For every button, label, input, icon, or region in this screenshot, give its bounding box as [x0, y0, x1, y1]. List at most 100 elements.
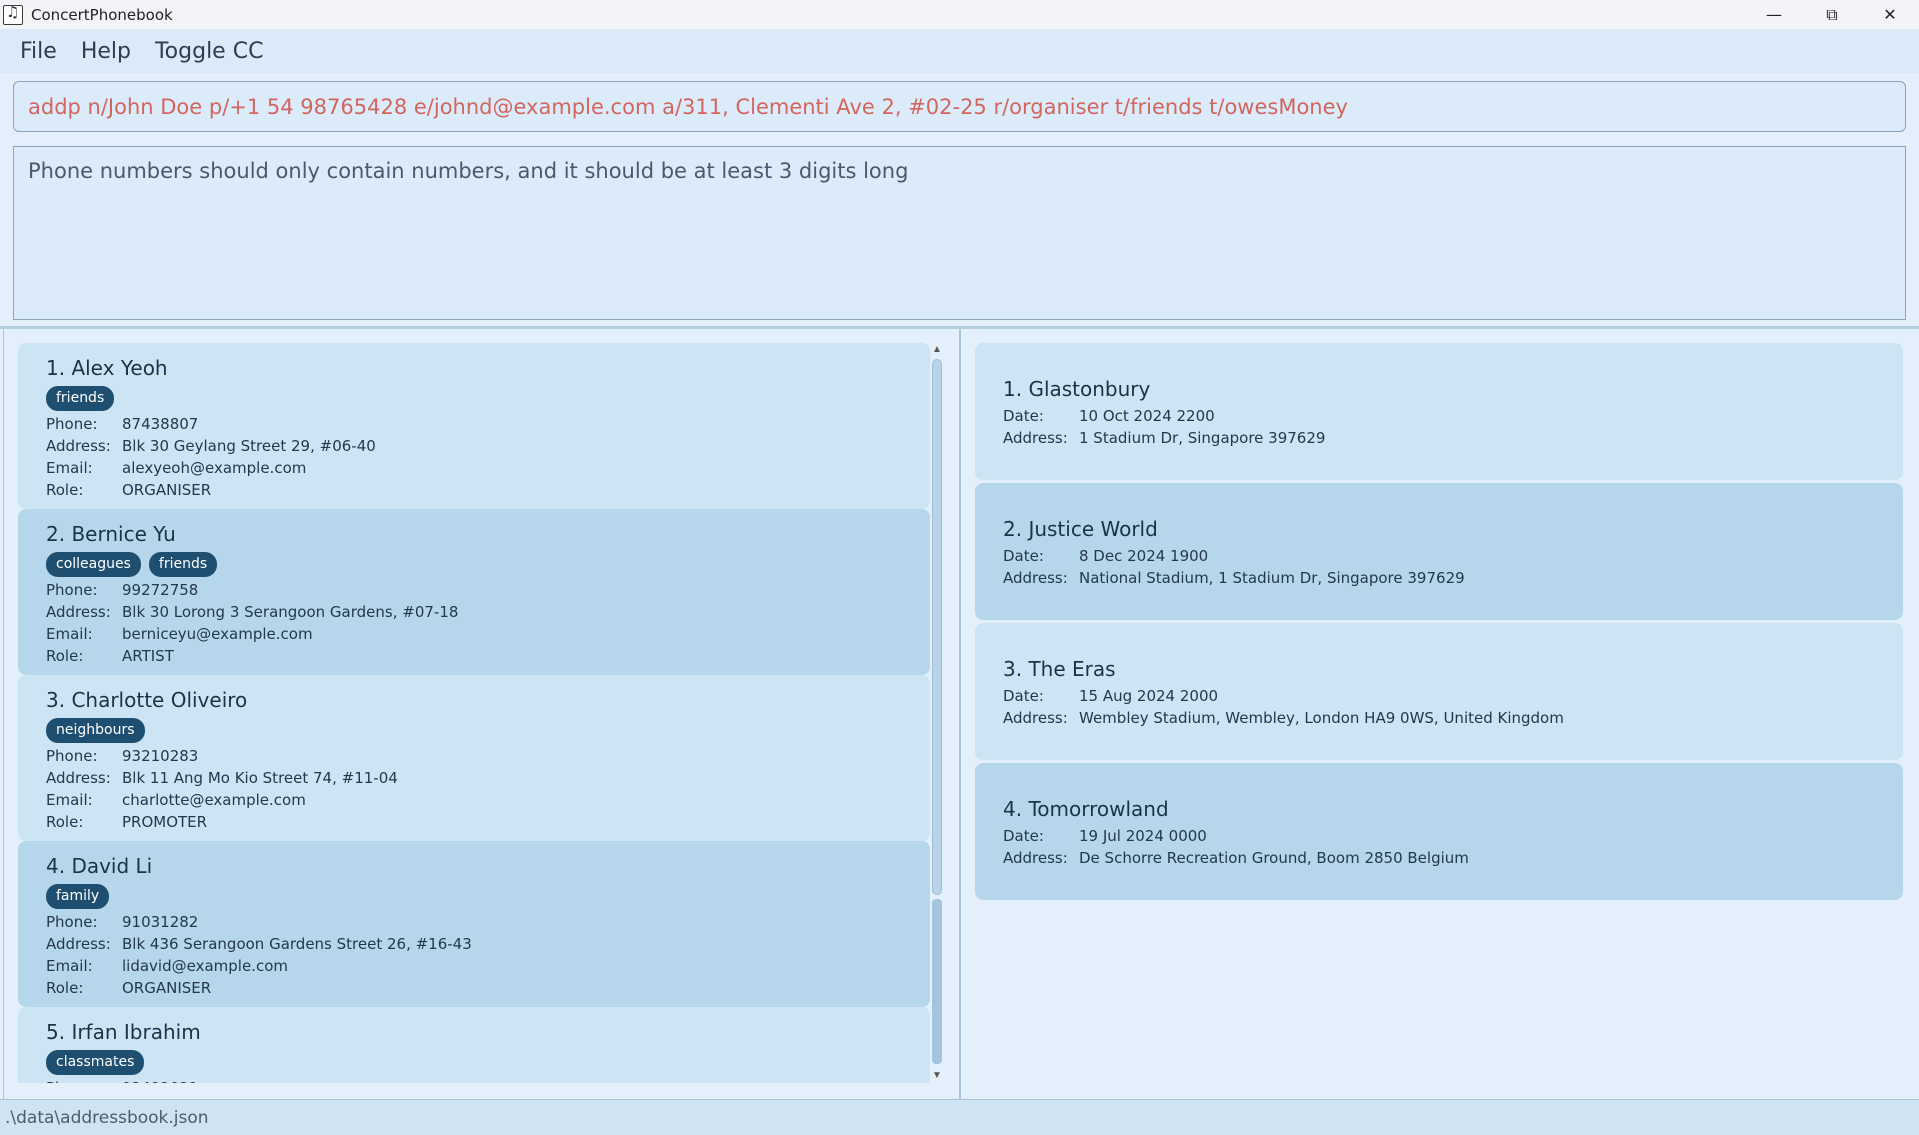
address-label: Address: [1003, 429, 1068, 447]
concert-card[interactable]: 4. Tomorrowland Date: 19 Jul 2024 0000 Addr… [975, 763, 1903, 900]
person-email-row: Email: lidavid@example.com [46, 955, 902, 977]
concert-date: 8 Dec 2024 1900 [1079, 547, 1209, 565]
role-label: Role: [46, 647, 84, 665]
tag-badge: classmates [46, 1050, 145, 1075]
window-controls: — ⧉ ✕ [1745, 0, 1919, 29]
person-phone-row: Phone:92492021 [46, 1077, 902, 1083]
concert-card[interactable]: 2. Justice World Date: 8 Dec 2024 1900 Addr… [975, 483, 1903, 620]
concert-address: 1 Stadium Dr, Singapore 397629 [1079, 429, 1326, 447]
person-address-row: Address: Blk 30 Lorong 3 Serangoon Garden… [46, 601, 902, 623]
person-address-row: Address: Blk 436 Serangoon Gardens Street… [46, 933, 902, 955]
tag-badge: friends [46, 386, 115, 411]
tag-badge: friends [148, 552, 218, 577]
concert-address: Wembley Stadium, Wembley, London HA9 0WS… [1079, 709, 1564, 727]
scroll-down-arrow-icon[interactable]: ▼ [930, 1069, 944, 1083]
tag-badge: family [46, 884, 110, 909]
tag-list: neighbours [46, 718, 902, 745]
person-phone: 87438807 [122, 415, 199, 433]
maximize-button[interactable]: ⧉ [1803, 0, 1861, 29]
person-list: 1. Alex Yeoh friends Phone: 87438807 Address… [18, 343, 930, 1083]
date-label: Date: [1003, 827, 1044, 845]
command-input[interactable] [28, 94, 1905, 119]
person-role: ARTIST [122, 647, 174, 665]
person-list-panel: 1. Alex Yeoh friends Phone: 87438807 Address… [3, 329, 961, 1099]
person-card[interactable]: 1. Alex Yeoh friends Phone: 87438807 Address… [18, 343, 930, 509]
email-label: Email: [46, 791, 93, 809]
concert-date-row: Date: 10 Oct 2024 2200 [1003, 405, 1875, 427]
tag-badge: colleagues [46, 552, 141, 577]
scroll-thumb[interactable] [932, 359, 942, 895]
concert-list: 1. Glastonbury Date: 10 Oct 2024 2200 Addre… [975, 343, 1903, 903]
person-name: 1. Alex Yeoh [46, 356, 168, 380]
person-role-row: Role: ORGANISER [46, 977, 902, 999]
person-role-row: Role: ORGANISER [46, 479, 902, 501]
person-list-scrollbar[interactable]: ▲ ▼ [930, 343, 944, 1083]
person-role: ORGANISER [122, 979, 212, 997]
title-bar: ConcertPhonebook — ⧉ ✕ [0, 0, 1919, 29]
person-card[interactable]: 5. Irfan Ibrahim classmates Phone:92492021… [18, 1007, 930, 1083]
concert-date: 15 Aug 2024 2000 [1079, 687, 1219, 705]
concert-name: 1. Glastonbury [1003, 377, 1151, 401]
person-email: alexyeoh@example.com [122, 459, 307, 477]
concert-date-row: Date: 19 Jul 2024 0000 [1003, 825, 1875, 847]
concert-date: 10 Oct 2024 2200 [1079, 407, 1215, 425]
address-label: Address: [46, 437, 111, 455]
concert-address-row: Address: De Schorre Recreation Ground, Bo… [1003, 847, 1875, 869]
concert-date-row: Date: 15 Aug 2024 2000 [1003, 685, 1875, 707]
person-address: Blk 30 Geylang Street 29, #06-40 [122, 437, 376, 455]
menu-file[interactable]: File [20, 39, 57, 64]
phone-label: Phone: [46, 415, 98, 433]
email-label: Email: [46, 625, 93, 643]
person-phone: 92492021 [122, 1079, 198, 1083]
person-role: PROMOTER [122, 813, 208, 831]
person-role: ORGANISER [122, 481, 212, 499]
person-address: Blk 11 Ang Mo Kio Street 74, #11-04 [122, 769, 398, 787]
scroll-track[interactable] [932, 899, 942, 1064]
person-phone-row: Phone: 99272758 [46, 579, 902, 601]
concert-card[interactable]: 3. The Eras Date: 15 Aug 2024 2000 Address:… [975, 623, 1903, 760]
phone-label: Phone: [46, 913, 98, 931]
phone-label: Phone: [46, 581, 98, 599]
concert-date-row: Date: 8 Dec 2024 1900 [1003, 545, 1875, 567]
concert-address-row: Address: 1 Stadium Dr, Singapore 397629 [1003, 427, 1875, 449]
scroll-up-arrow-icon[interactable]: ▲ [930, 343, 944, 357]
role-label: Role: [46, 979, 84, 997]
person-phone-row: Phone: 93210283 [46, 745, 902, 767]
person-phone-row: Phone: 87438807 [46, 413, 902, 435]
phone-label: Phone: [46, 747, 98, 765]
person-card[interactable]: 4. David Li family Phone: 91031282 Address: B… [18, 841, 930, 1007]
concert-list-panel: 1. Glastonbury Date: 10 Oct 2024 2200 Addre… [961, 329, 1919, 1099]
concert-name: 2. Justice World [1003, 517, 1158, 541]
menu-toggle-cc[interactable]: Toggle CC [155, 39, 263, 64]
concert-card[interactable]: 1. Glastonbury Date: 10 Oct 2024 2200 Addre… [975, 343, 1903, 480]
person-name: 3. Charlotte Oliveiro [46, 688, 248, 712]
menu-bar: File Help Toggle CC [0, 29, 1919, 73]
person-email: charlotte@example.com [122, 791, 306, 809]
concert-address-row: Address: Wembley Stadium, Wembley, London… [1003, 707, 1875, 729]
person-phone: 93210283 [122, 747, 199, 765]
person-name: 2. Bernice Yu [46, 522, 176, 546]
person-card[interactable]: 3. Charlotte Oliveiro neighbours Phone: 932… [18, 675, 930, 841]
address-label: Address: [1003, 569, 1068, 587]
person-address-row: Address: Blk 11 Ang Mo Kio Street 74, #11… [46, 767, 902, 789]
minimize-button[interactable]: — [1745, 0, 1803, 29]
address-label: Address: [1003, 849, 1068, 867]
close-button[interactable]: ✕ [1861, 0, 1919, 29]
tag-list: family [46, 884, 902, 911]
command-box [13, 81, 1906, 132]
person-phone: 91031282 [122, 913, 199, 931]
person-address-row: Address: Blk 30 Geylang Street 29, #06-40 [46, 435, 902, 457]
person-card[interactable]: 2. Bernice Yu colleagues friends Phone: 9927… [18, 509, 930, 675]
result-message: Phone numbers should only contain number… [28, 159, 909, 183]
email-label: Email: [46, 957, 93, 975]
date-label: Date: [1003, 687, 1044, 705]
window-title: ConcertPhonebook [31, 5, 173, 24]
person-role-row: Role: PROMOTER [46, 811, 902, 833]
menu-help[interactable]: Help [81, 39, 131, 64]
person-email-row: Email: berniceyu@example.com [46, 623, 902, 645]
role-label: Role: [46, 481, 84, 499]
person-name: 4. David Li [46, 854, 153, 878]
email-label: Email: [46, 459, 93, 477]
address-label: Address: [1003, 709, 1068, 727]
role-label: Role: [46, 813, 84, 831]
